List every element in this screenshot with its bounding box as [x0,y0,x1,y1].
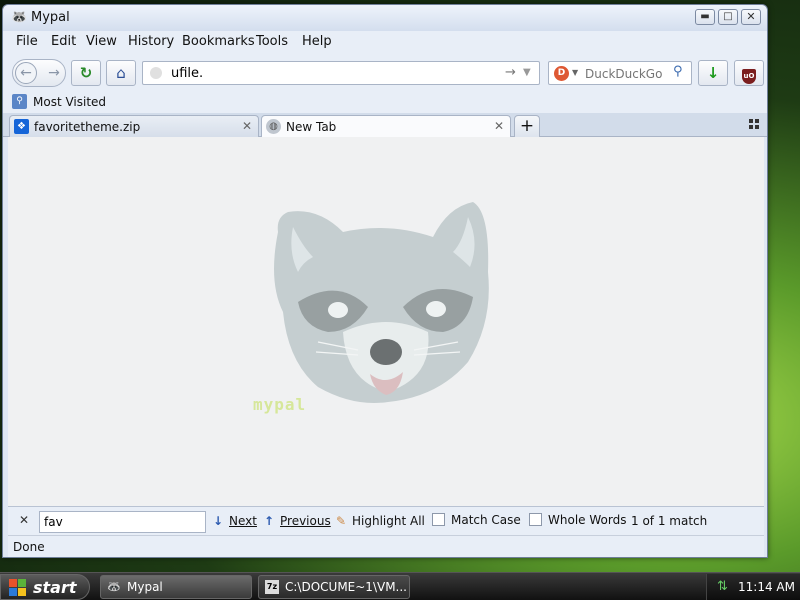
find-status: 1 of 1 match [631,514,708,528]
window-title: Mypal [31,10,70,25]
windows-logo-icon [9,579,27,597]
mypal-logo-text: mypal [253,395,307,414]
duckduckgo-icon[interactable]: D [554,66,569,81]
menu-bookmarks[interactable]: Bookmarks [182,34,255,49]
most-visited-folder-icon[interactable]: ⚲ [12,94,27,109]
find-previous-button[interactable]: ↑ Previous [262,514,331,528]
bookmark-most-visited[interactable]: Most Visited [33,95,106,109]
checkbox-box[interactable] [432,513,445,526]
search-bar[interactable]: D ▼ ⚲ [548,61,692,85]
network-icon[interactable]: ⇅ [717,579,728,594]
minimize-button[interactable]: ▬ [695,9,715,25]
engine-dropdown-icon[interactable]: ▼ [572,68,578,77]
system-tray: ⇅ 11:14 AM [706,574,800,600]
back-forward-group: ← → [12,59,66,87]
menu-view[interactable]: View [86,34,117,49]
tab-label: New Tab [286,120,337,134]
tab-label: favoritetheme.zip [34,120,141,134]
menu-tools[interactable]: Tools [256,34,288,49]
new-tab-button[interactable]: + [514,115,540,137]
tab-favoritetheme[interactable]: ❖ favoritetheme.zip ✕ [9,115,259,137]
page-content: mypal [8,137,764,506]
status-bar: Done [8,535,764,557]
url-dropdown-icon[interactable]: ▼ [523,67,531,78]
find-close-icon[interactable]: ✕ [19,513,29,527]
find-next-button[interactable]: ↓ Next [211,514,257,528]
highlighter-icon: ✎ [335,514,347,528]
menu-history[interactable]: History [128,34,174,49]
dropbox-icon: ❖ [14,119,29,134]
back-button[interactable]: ← [15,62,37,84]
taskbar-item-7zip[interactable]: 7z C:\DOCUME~1\VM... [258,575,410,599]
taskbar-item-mypal[interactable]: 🦝 Mypal [100,575,252,599]
arrow-up-icon: ↑ [263,514,275,528]
tab-close-icon[interactable]: ✕ [494,119,504,133]
reload-button[interactable]: ↻ [71,60,101,86]
downloads-button[interactable]: ↓ [698,60,728,86]
maximize-button[interactable]: □ [718,9,738,25]
home-button[interactable]: ⌂ [106,60,136,86]
forward-button[interactable]: → [45,62,63,84]
start-button[interactable]: start [0,574,90,600]
find-previous-label: Previous [280,514,331,528]
clock[interactable]: 11:14 AM [738,580,795,594]
close-button[interactable]: ✕ [741,9,761,25]
search-icon[interactable]: ⚲ [673,64,683,79]
menu-file[interactable]: File [16,34,38,49]
tab-close-icon[interactable]: ✕ [242,119,252,133]
bookmarks-toolbar: ⚲ Most Visited [3,91,767,113]
site-identity-icon[interactable] [150,67,162,79]
tab-list-icon[interactable] [749,119,759,129]
7zip-icon: 7z [265,580,279,594]
match-case-checkbox[interactable]: Match Case [432,513,521,527]
start-label: start [33,578,77,597]
mypal-icon: 🦝 [11,10,28,25]
tab-new-tab[interactable]: ◍ New Tab ✕ [261,115,511,138]
ublock-shield-icon: uO [742,69,756,84]
task-label: Mypal [127,580,163,594]
checkbox-box[interactable] [529,513,542,526]
search-input[interactable] [585,65,671,83]
task-label: C:\DOCUME~1\VM... [285,580,407,594]
url-bar[interactable]: → ▼ [142,61,540,85]
find-bar: ✕ ↓ Next ↑ Previous ✎ Highlight All Match C… [8,506,764,535]
arrow-down-icon: ↓ [212,514,224,528]
find-next-label: Next [229,514,257,528]
go-arrow-icon[interactable]: → [505,65,516,80]
mypal-icon: 🦝 [107,580,121,593]
tab-strip: ❖ favoritetheme.zip ✕ ◍ New Tab ✕ + [3,113,767,138]
globe-icon: ◍ [266,119,281,134]
title-bar[interactable]: 🦝 Mypal ▬ □ ✕ [3,5,767,31]
menu-bar: File Edit View History Bookmarks Tools H… [3,31,767,53]
menu-edit[interactable]: Edit [51,34,76,49]
match-case-label: Match Case [451,513,521,527]
status-text: Done [13,540,45,554]
url-input[interactable] [171,64,471,82]
highlight-all-label: Highlight All [352,514,425,528]
ublock-button[interactable]: uO [734,60,764,86]
highlight-all-button[interactable]: ✎ Highlight All [334,514,425,528]
whole-words-label: Whole Words [548,513,627,527]
taskbar: start 🦝 Mypal 7z C:\DOCUME~1\VM... ⇅ 11:… [0,572,800,600]
find-input[interactable] [39,511,206,533]
whole-words-checkbox[interactable]: Whole Words [529,513,626,527]
browser-window: 🦝 Mypal ▬ □ ✕ File Edit View History Boo… [2,4,768,558]
menu-help[interactable]: Help [302,34,332,49]
navigation-toolbar: ← → ↻ ⌂ → ▼ D ▼ ⚲ ↓ uO [3,53,767,91]
